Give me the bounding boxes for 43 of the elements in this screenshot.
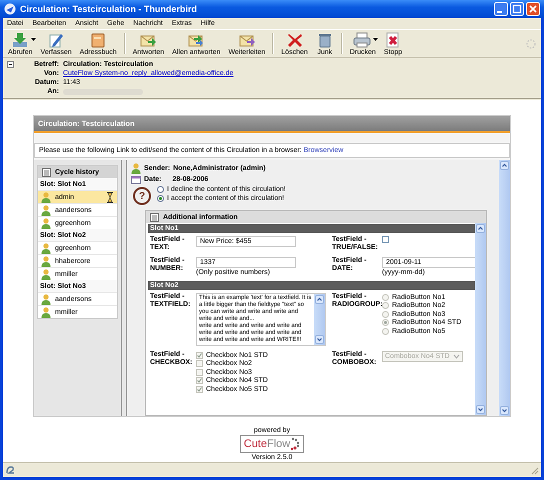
- delete-icon: [286, 32, 304, 48]
- list-icon: [42, 168, 51, 176]
- user-icon: [41, 256, 51, 266]
- download-icon: [10, 32, 29, 48]
- user-icon: [41, 192, 51, 202]
- scroll-up-icon[interactable]: [476, 224, 485, 233]
- user-icon: [41, 204, 51, 216]
- close-button[interactable]: [526, 2, 540, 16]
- printer-icon: [353, 32, 372, 48]
- scroll-down-icon[interactable]: [315, 335, 324, 344]
- app-icon: [4, 3, 16, 15]
- minimize-button[interactable]: [494, 2, 508, 16]
- user-icon: [131, 163, 141, 174]
- user-icon: [41, 268, 51, 280]
- pen-icon: [47, 32, 66, 48]
- calendar-icon: [131, 175, 141, 184]
- user-icon: [41, 218, 51, 228]
- hourglass-icon: [106, 192, 114, 202]
- scroll-down-icon[interactable]: [500, 406, 509, 415]
- user-icon: [41, 242, 51, 254]
- caret-icon[interactable]: [373, 38, 378, 41]
- caret-icon[interactable]: [30, 38, 36, 41]
- checkbox[interactable]: [382, 236, 389, 243]
- scroll-up-icon[interactable]: [500, 161, 509, 170]
- status-icon: [5, 465, 15, 475]
- scroll-down-icon[interactable]: [476, 405, 485, 414]
- cuteflow-logo: CuteFlow: [240, 435, 304, 453]
- scroll-up-icon[interactable]: [315, 295, 324, 304]
- radio-button[interactable]: [157, 195, 164, 202]
- resize-grip-icon: [530, 466, 539, 474]
- maximize-button[interactable]: [510, 2, 524, 16]
- caret-icon: [452, 353, 460, 360]
- window-title: Circulation: Testcirculation - Thunderbird: [20, 4, 198, 14]
- question-icon: ?: [133, 187, 151, 205]
- scrollbar[interactable]: [499, 160, 510, 416]
- book-icon: [89, 32, 108, 48]
- radio-button[interactable]: [157, 186, 164, 193]
- user-icon: [41, 306, 51, 318]
- scrollbar[interactable]: [314, 294, 325, 345]
- collapse-icon[interactable]: [7, 61, 14, 68]
- throbber-icon: [526, 38, 536, 48]
- scrollbar[interactable]: [475, 223, 486, 415]
- user-icon: [41, 294, 51, 304]
